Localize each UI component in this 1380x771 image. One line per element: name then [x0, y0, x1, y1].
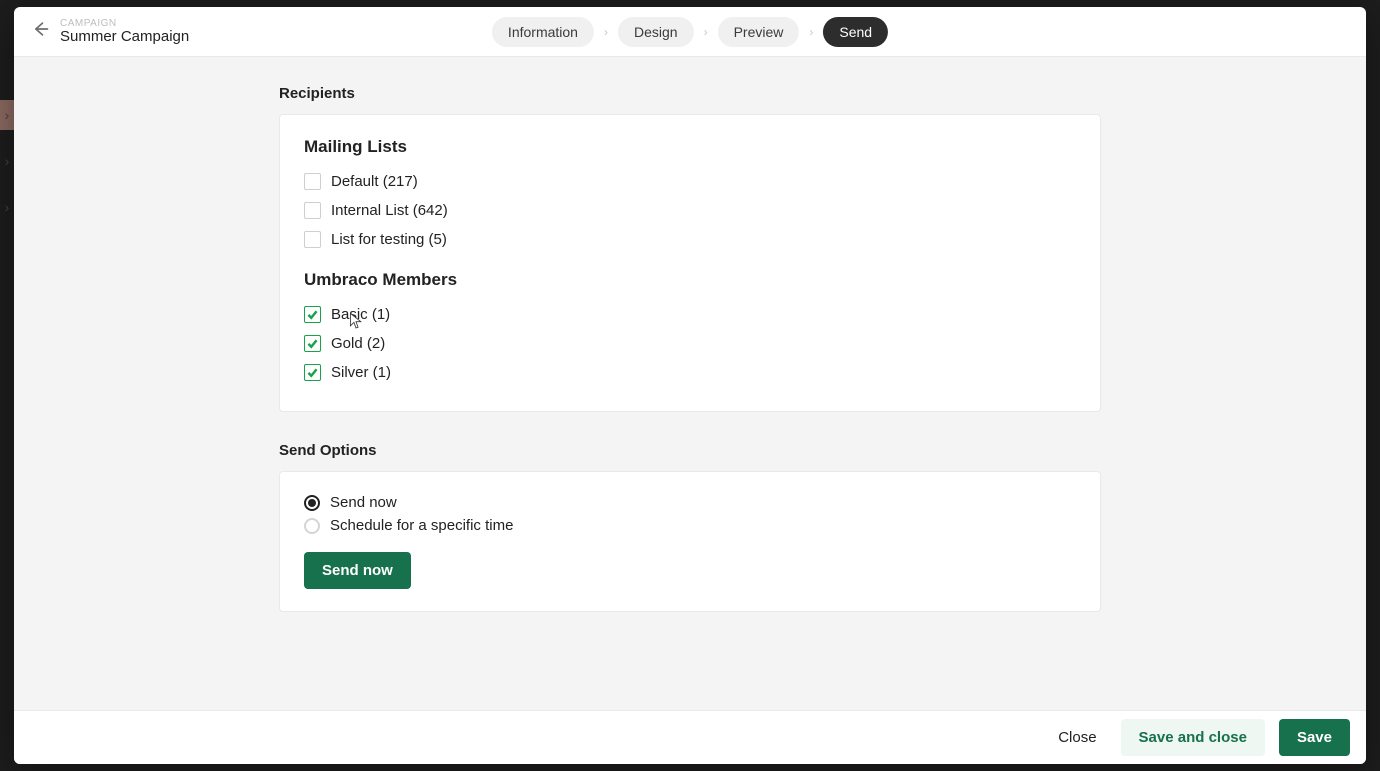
- member-group-label: Gold (2): [331, 335, 385, 352]
- save-and-close-button[interactable]: Save and close: [1121, 719, 1265, 756]
- modal-header: CAMPAIGN Summer Campaign Information › Des…: [14, 7, 1366, 57]
- bg-tree-toggle: ›: [0, 192, 14, 222]
- send-option-label: Send now: [330, 494, 397, 511]
- step-design[interactable]: Design: [618, 17, 694, 47]
- back-button[interactable]: [26, 18, 54, 46]
- chevron-right-icon: ›: [602, 25, 610, 39]
- mailing-lists-heading: Mailing Lists: [304, 137, 1076, 157]
- checkbox[interactable]: [304, 231, 321, 248]
- member-group-item[interactable]: Basic (1): [304, 306, 1076, 323]
- bg-tree-toggle: ›: [0, 100, 14, 130]
- send-options-radios: Send now Schedule for a specific time: [304, 494, 1076, 534]
- send-options-label: Send Options: [279, 442, 1101, 459]
- close-button[interactable]: Close: [1048, 721, 1106, 754]
- member-group-label: Basic (1): [331, 306, 390, 323]
- content: Recipients Mailing Lists Default (217) In…: [279, 57, 1101, 652]
- mailing-list-item[interactable]: Default (217): [304, 173, 1076, 190]
- campaign-modal: CAMPAIGN Summer Campaign Information › Des…: [14, 7, 1366, 764]
- radio[interactable]: [304, 518, 320, 534]
- recipients-label: Recipients: [279, 85, 1101, 102]
- title-block: CAMPAIGN Summer Campaign: [60, 18, 189, 46]
- member-group-item[interactable]: Gold (2): [304, 335, 1076, 352]
- background-sidebar: › › ›: [0, 100, 14, 222]
- save-button[interactable]: Save: [1279, 719, 1350, 756]
- chevron-right-icon: ›: [702, 25, 710, 39]
- radio[interactable]: [304, 495, 320, 511]
- member-group-item[interactable]: Silver (1): [304, 364, 1076, 381]
- header-title: Summer Campaign: [60, 29, 189, 46]
- send-option[interactable]: Schedule for a specific time: [304, 517, 1076, 534]
- checkbox[interactable]: [304, 202, 321, 219]
- mailing-lists: Default (217) Internal List (642) List for…: [304, 173, 1076, 248]
- umbraco-members: Basic (1) Gold (2) Silver (1): [304, 306, 1076, 381]
- step-nav: Information › Design › Preview › Send: [492, 17, 888, 47]
- checkbox[interactable]: [304, 173, 321, 190]
- checkbox[interactable]: [304, 306, 321, 323]
- chevron-right-icon: ›: [807, 25, 815, 39]
- send-option[interactable]: Send now: [304, 494, 1076, 511]
- step-information[interactable]: Information: [492, 17, 594, 47]
- checkbox[interactable]: [304, 364, 321, 381]
- mailing-list-label: List for testing (5): [331, 231, 447, 248]
- mailing-list-label: Default (217): [331, 173, 418, 190]
- step-preview[interactable]: Preview: [718, 17, 800, 47]
- arrow-left-icon: [30, 19, 50, 44]
- mailing-list-label: Internal List (642): [331, 202, 448, 219]
- modal-body[interactable]: Recipients Mailing Lists Default (217) In…: [14, 57, 1366, 710]
- mailing-list-item[interactable]: List for testing (5): [304, 231, 1076, 248]
- modal-footer: Close Save and close Save: [14, 710, 1366, 764]
- umbraco-members-heading: Umbraco Members: [304, 270, 1076, 290]
- step-send[interactable]: Send: [823, 17, 888, 47]
- recipients-panel: Mailing Lists Default (217) Internal List…: [279, 114, 1101, 412]
- checkbox[interactable]: [304, 335, 321, 352]
- member-group-label: Silver (1): [331, 364, 391, 381]
- bg-tree-toggle: ›: [0, 146, 14, 176]
- send-now-button[interactable]: Send now: [304, 552, 411, 589]
- mailing-list-item[interactable]: Internal List (642): [304, 202, 1076, 219]
- send-options-panel: Send now Schedule for a specific time Sen…: [279, 471, 1101, 612]
- send-option-label: Schedule for a specific time: [330, 517, 513, 534]
